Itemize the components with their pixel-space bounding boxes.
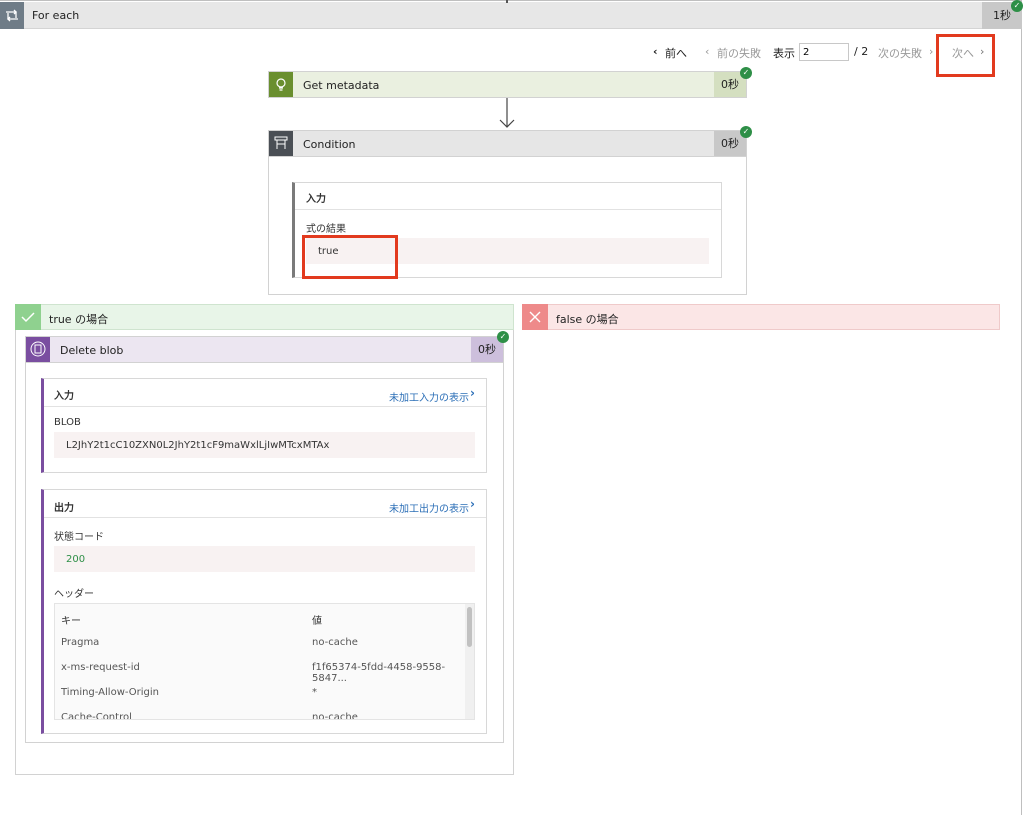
true-branch-title: true の場合 (49, 313, 109, 326)
headers-label: ヘッダー (54, 589, 94, 600)
false-branch-title: false の場合 (556, 313, 619, 326)
loop-icon (0, 2, 24, 29)
prev-button[interactable]: 前へ (665, 45, 687, 61)
delete-output-label: 出力 (54, 503, 74, 514)
raw-input-link[interactable]: 未加工入力の表示 (389, 389, 469, 404)
success-check-icon: ✓ (740, 67, 752, 79)
headers-table: キー 値 Pragma no-cache x-ms-request-id f1f… (54, 603, 475, 720)
delete-blob-header[interactable]: Delete blob 0秒 (25, 336, 504, 363)
prev-failed-button[interactable]: 前の失敗 (717, 45, 761, 61)
condition-input-header (295, 182, 721, 210)
close-icon (522, 304, 548, 330)
page-total: / 2 (854, 45, 869, 58)
highlight-box-true (302, 235, 398, 279)
success-check-icon: ✓ (740, 126, 752, 138)
header-value: f1f65374-5fdd-4458-9558-5847... (312, 662, 446, 684)
connector-arrow-top (506, 0, 508, 3)
header-value: no-cache (312, 637, 358, 648)
get-metadata-card[interactable]: Get metadata 0秒 (268, 71, 747, 98)
scrollbar-thumb[interactable] (467, 607, 472, 647)
storage-icon (26, 337, 50, 362)
success-check-icon: ✓ (497, 331, 509, 343)
raw-output-chevron-icon[interactable]: › (470, 497, 475, 511)
foreach-title: For each (32, 9, 80, 22)
prev-fail-chevron-icon: ‹ (705, 45, 710, 58)
condition-header[interactable]: Condition 0秒 (268, 130, 747, 157)
condition-title: Condition (303, 138, 356, 151)
next-failed-button[interactable]: 次の失敗 (878, 45, 922, 61)
delete-blob-title: Delete blob (60, 344, 124, 357)
expr-label: 式の結果 (306, 224, 346, 235)
condition-input-label: 入力 (306, 194, 326, 205)
delete-input-label: 入力 (54, 391, 74, 402)
raw-input-chevron-icon[interactable]: › (470, 386, 475, 400)
headers-col-value: 値 (312, 616, 322, 627)
highlight-box-next (936, 34, 995, 77)
blob-label: BLOB (54, 417, 81, 428)
blob-value: L2JhY2t1cC10ZXN0L2JhY2t1cF9maWxlLjIwMTcx… (66, 440, 330, 451)
foreach-header[interactable] (0, 2, 1022, 29)
flow-arrow-icon (499, 98, 515, 128)
condition-icon (269, 131, 293, 156)
status-code-box (54, 546, 475, 572)
header-key: Timing-Allow-Origin (61, 687, 159, 698)
header-value: no-cache (312, 712, 358, 720)
headers-scrollbar[interactable] (465, 604, 474, 719)
header-key: Cache-Control (61, 712, 132, 720)
prev-chevron-icon: ‹ (653, 45, 658, 58)
next-fail-chevron-icon: › (929, 45, 934, 58)
get-metadata-title: Get metadata (303, 79, 380, 92)
check-icon (15, 304, 41, 330)
header-key: Pragma (61, 637, 100, 648)
headers-col-key: キー (61, 616, 81, 627)
success-check-icon: ✓ (1011, 0, 1023, 12)
header-key: x-ms-request-id (61, 662, 140, 673)
bulb-icon (269, 72, 293, 97)
header-value: * (312, 687, 317, 698)
raw-output-link[interactable]: 未加工出力の表示 (389, 500, 469, 515)
show-label: 表示 (773, 47, 795, 60)
status-code-value: 200 (66, 554, 86, 565)
status-code-label: 状態コード (54, 532, 104, 543)
page-input[interactable] (799, 43, 849, 61)
